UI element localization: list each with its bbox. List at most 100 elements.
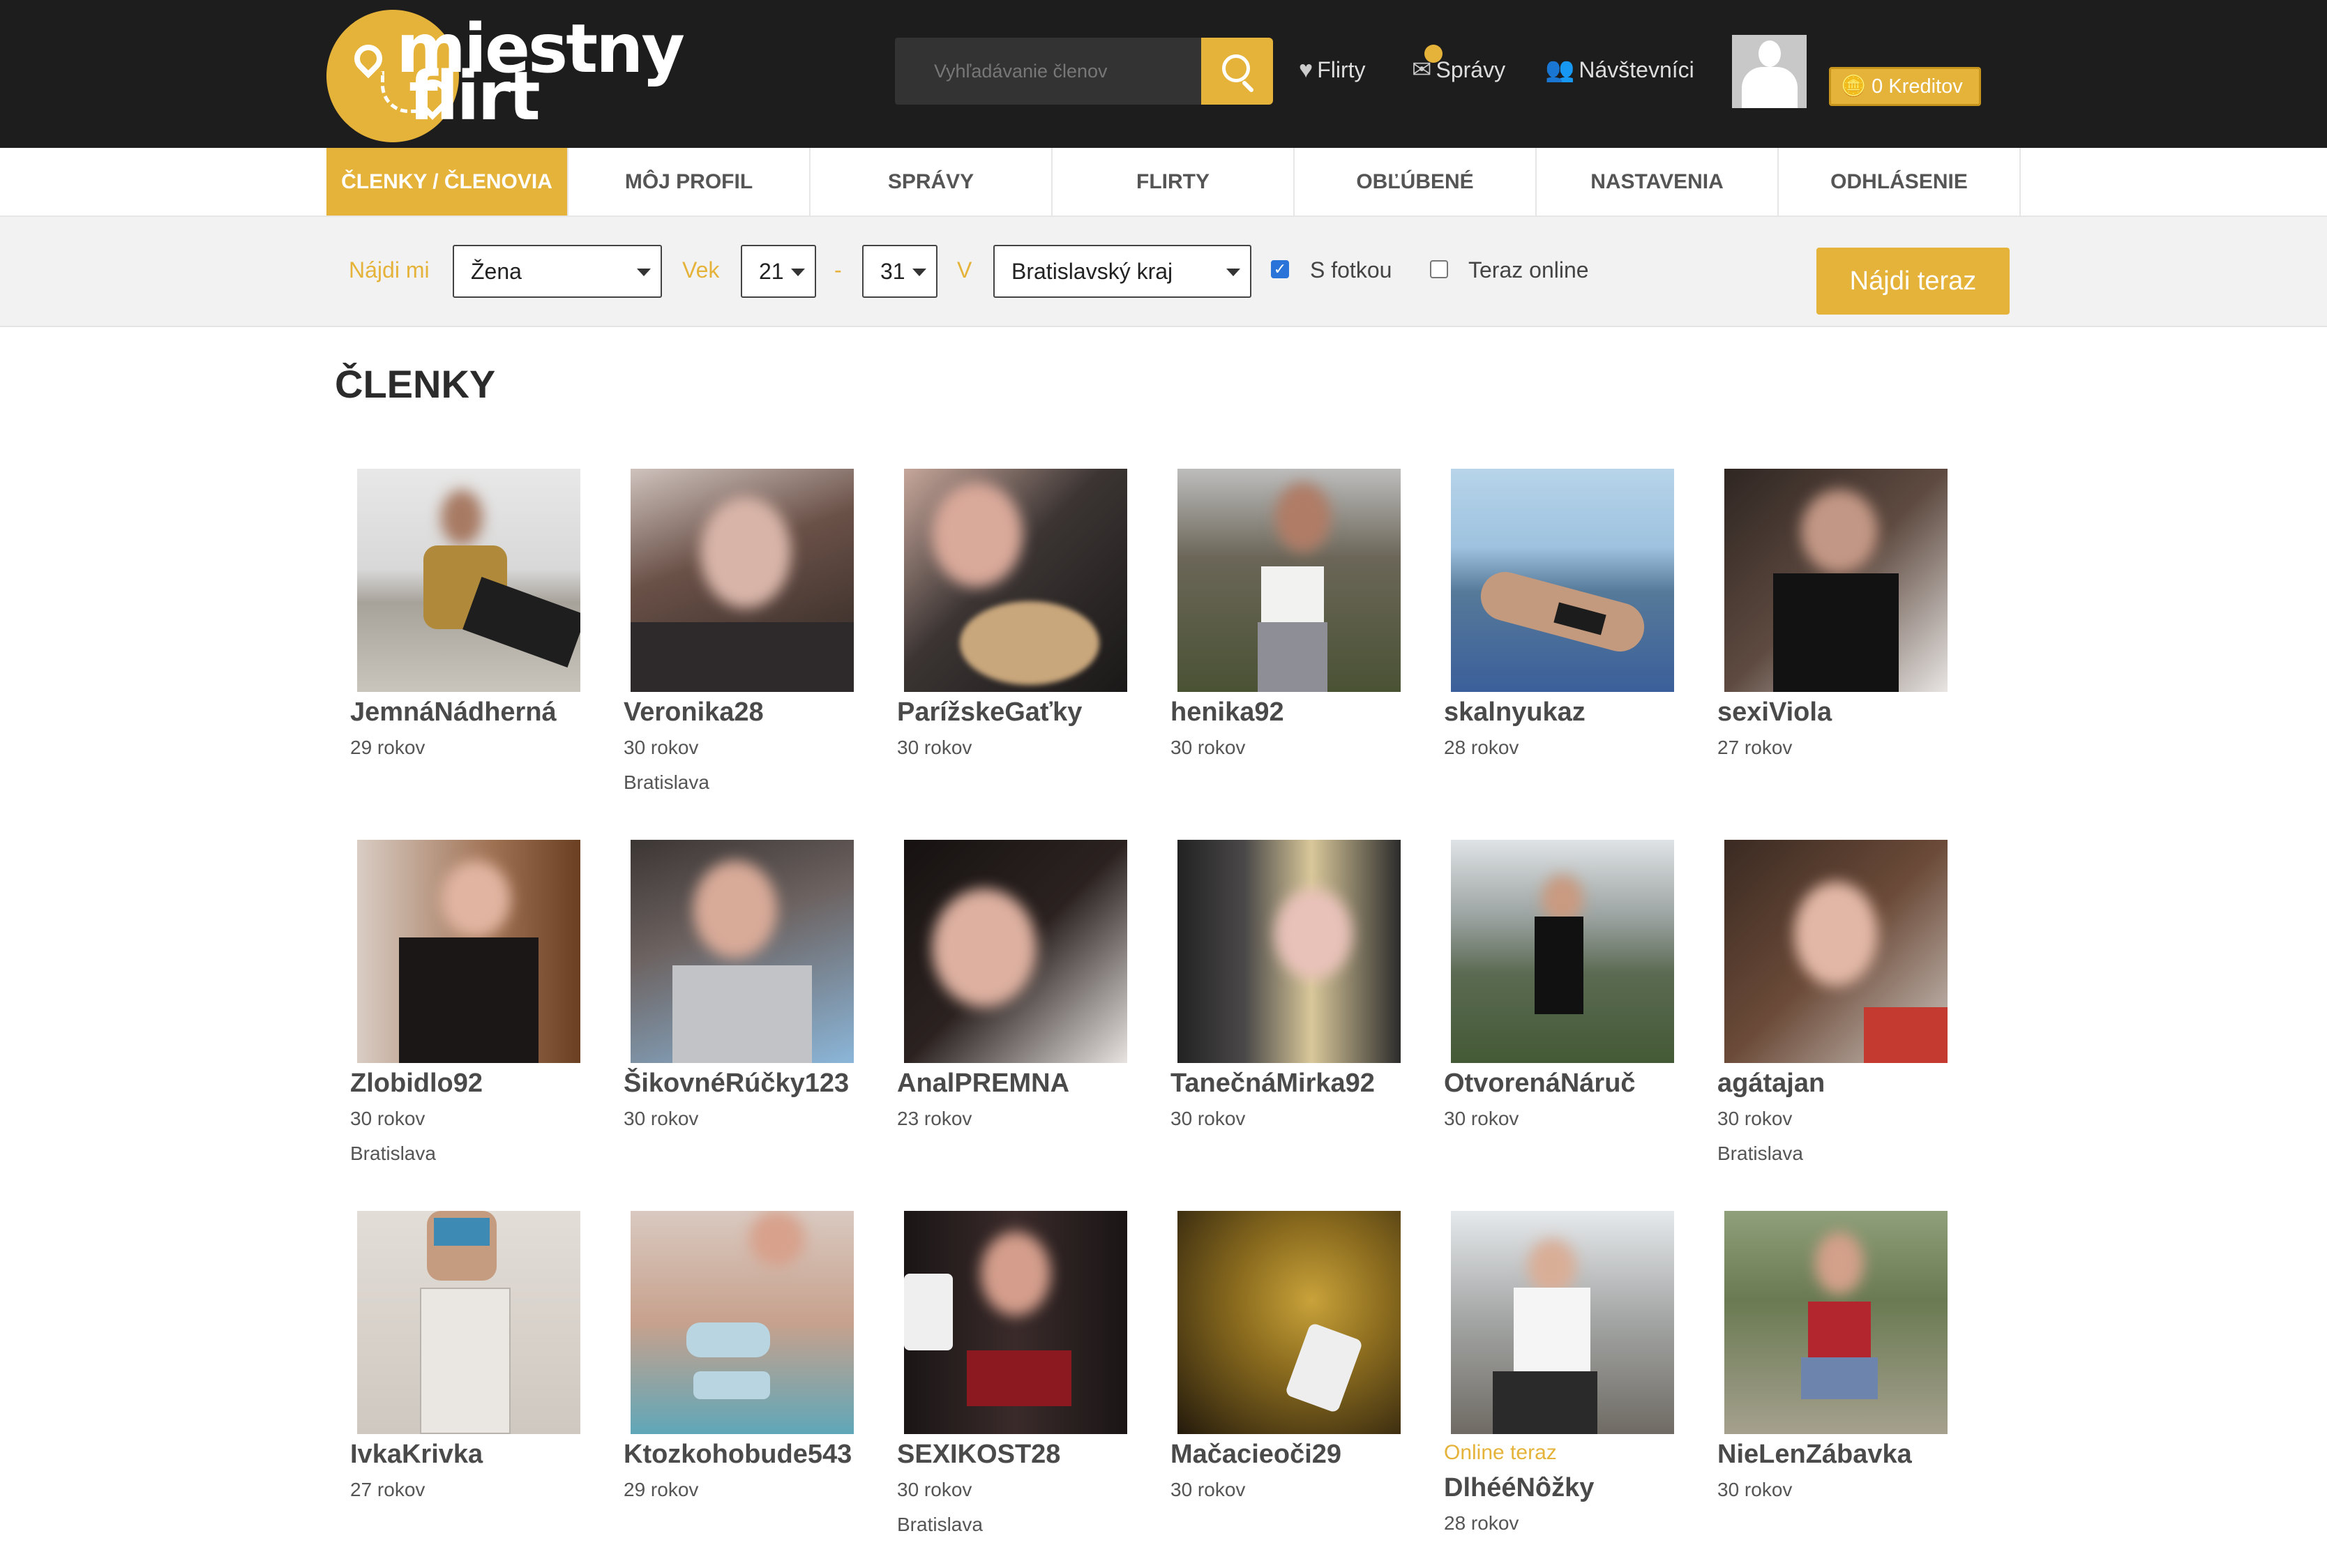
member-name[interactable]: SEXIKOST28 (897, 1440, 1060, 1470)
header-nav-spravy-label: Správy (1436, 57, 1506, 82)
member-photo[interactable] (357, 840, 580, 1063)
member-photo[interactable] (904, 840, 1127, 1063)
age-range-dash: - (834, 257, 842, 282)
photo-figure (1535, 917, 1583, 1014)
online-now-checkbox[interactable] (1430, 260, 1448, 278)
site-logo[interactable]: miestny flirt (326, 10, 685, 142)
member-name[interactable]: henika92 (1170, 698, 1284, 728)
tab-messages[interactable]: SPRÁVY (811, 148, 1053, 216)
member-name[interactable]: AnalPREMNA (897, 1069, 1069, 1099)
find-now-button[interactable]: Nájdi teraz (1816, 248, 2010, 315)
tab-my-profile[interactable]: MÔJ PROFIL (568, 148, 811, 216)
member-photo[interactable] (631, 469, 854, 692)
member-photo[interactable] (1724, 840, 1948, 1063)
photo-blur (1528, 1239, 1576, 1295)
photo-figure (1514, 1288, 1590, 1371)
search-filter-bar: Nájdi mi Žena Vek 21 - 31 V Bratislavský… (0, 217, 2327, 327)
header-nav-spravy[interactable]: ✉ Správy (1412, 45, 1506, 85)
chevron-down-icon (1226, 269, 1240, 276)
member-age: 30 rokov (1170, 737, 1246, 758)
member-name[interactable]: skalnyukaz (1444, 698, 1586, 728)
tab-favorites[interactable]: OBĽÚBENÉ (1295, 148, 1537, 216)
users-icon: 👥 (1545, 56, 1575, 83)
tab-settings[interactable]: NASTAVENIA (1537, 148, 1779, 216)
tab-members[interactable]: ČLENKY / ČLENOVIA (326, 148, 568, 216)
photo-figure (399, 937, 539, 1063)
photo-blur (441, 861, 511, 937)
member-photo[interactable] (631, 1211, 854, 1434)
member-photo[interactable] (1451, 1211, 1674, 1434)
member-name[interactable]: DlhééNôžky (1444, 1473, 1594, 1503)
chevron-down-icon (912, 269, 926, 276)
photo-figure (631, 622, 854, 692)
member-photo[interactable] (1177, 1211, 1401, 1434)
member-photo[interactable] (357, 469, 580, 692)
age-to-select[interactable]: 31 (862, 245, 937, 298)
member-photo[interactable] (357, 1211, 580, 1434)
user-avatar[interactable] (1732, 35, 1807, 108)
member-name[interactable]: sexiViola (1717, 698, 1832, 728)
photo-figure (1864, 1007, 1948, 1063)
header-nav-visitors[interactable]: 👥 Návštevníci (1545, 54, 1694, 85)
member-name[interactable]: Veronika28 (624, 698, 764, 728)
member-city: Bratislava (624, 771, 709, 793)
age-from-select[interactable]: 21 (741, 245, 816, 298)
member-name[interactable]: agátajan (1717, 1069, 1825, 1099)
member-photo[interactable] (1724, 469, 1948, 692)
avatar-silhouette-head (1759, 40, 1781, 67)
member-photo[interactable] (904, 469, 1127, 692)
photo-figure (1261, 566, 1324, 622)
member-age: 29 rokov (350, 737, 426, 758)
member-photo[interactable] (1177, 469, 1401, 692)
member-name[interactable]: Mačacieoči29 (1170, 1440, 1341, 1470)
with-photo-checkbox[interactable]: ✓ (1271, 260, 1289, 278)
member-name[interactable]: Zlobidlo92 (350, 1069, 483, 1099)
with-photo-label: S fotkou (1310, 257, 1392, 282)
member-name[interactable]: TanečnáMirka92 (1170, 1069, 1375, 1099)
member-age: 27 rokov (350, 1479, 426, 1500)
region-select[interactable]: Bratislavský kraj (993, 245, 1251, 298)
gender-select-value: Žena (471, 259, 522, 284)
photo-figure (904, 1274, 953, 1350)
member-age: 28 rokov (1444, 737, 1519, 758)
member-name[interactable]: ŠikovnéRúčky123 (624, 1069, 849, 1099)
notification-badge (1424, 45, 1443, 63)
age-to-value: 31 (880, 259, 905, 284)
online-now-label: Teraz online (1468, 257, 1589, 282)
member-photo[interactable] (631, 840, 854, 1063)
member-photo[interactable] (1451, 469, 1674, 692)
photo-blur (932, 483, 1023, 587)
gender-select[interactable]: Žena (453, 245, 662, 298)
member-name[interactable]: ParížskeGaťky (897, 698, 1082, 728)
photo-figure (434, 1218, 490, 1246)
member-name[interactable]: OtvorenáNáruč (1444, 1069, 1636, 1099)
member-name[interactable]: NieLenZábavka (1717, 1440, 1912, 1470)
member-city: Bratislava (1717, 1143, 1803, 1164)
photo-figure (960, 601, 1099, 685)
header-nav-flirty[interactable]: ♥ Flirty (1299, 54, 1366, 85)
member-photo[interactable] (1724, 1211, 1948, 1434)
member-photo[interactable] (1177, 840, 1401, 1063)
member-name[interactable]: Ktozkohobude543 (624, 1440, 852, 1470)
tab-logout[interactable]: ODHLÁSENIE (1779, 148, 2021, 216)
credits-button[interactable]: 🪙 0 Kreditov (1829, 67, 1981, 106)
photo-blur (1801, 490, 1878, 573)
search-button[interactable] (1201, 38, 1273, 105)
member-name[interactable]: JemnáNádherná (350, 698, 557, 728)
member-age: 29 rokov (624, 1479, 699, 1500)
photo-blur (1275, 483, 1331, 552)
member-search-input[interactable]: Vyhľadávanie členov (895, 38, 1203, 105)
member-photo[interactable] (1451, 840, 1674, 1063)
member-photo[interactable] (904, 1211, 1127, 1434)
find-me-label: Nájdi mi (349, 257, 430, 282)
header-nav-flirty-label: Flirty (1317, 57, 1366, 82)
member-age: 30 rokov (1717, 1479, 1793, 1500)
main-nav-tabs: ČLENKY / ČLENOVIA MÔJ PROFIL SPRÁVY FLIR… (0, 148, 2327, 217)
tab-flirts[interactable]: FLIRTY (1053, 148, 1295, 216)
member-name[interactable]: IvkaKrivka (350, 1440, 483, 1470)
photo-figure (967, 1350, 1071, 1406)
top-header: miestny flirt Vyhľadávanie členov ♥ Flirt… (0, 0, 2327, 148)
member-age: 27 rokov (1717, 737, 1793, 758)
photo-blur (1794, 882, 1878, 986)
logo-text-line2: flirt (409, 57, 541, 135)
